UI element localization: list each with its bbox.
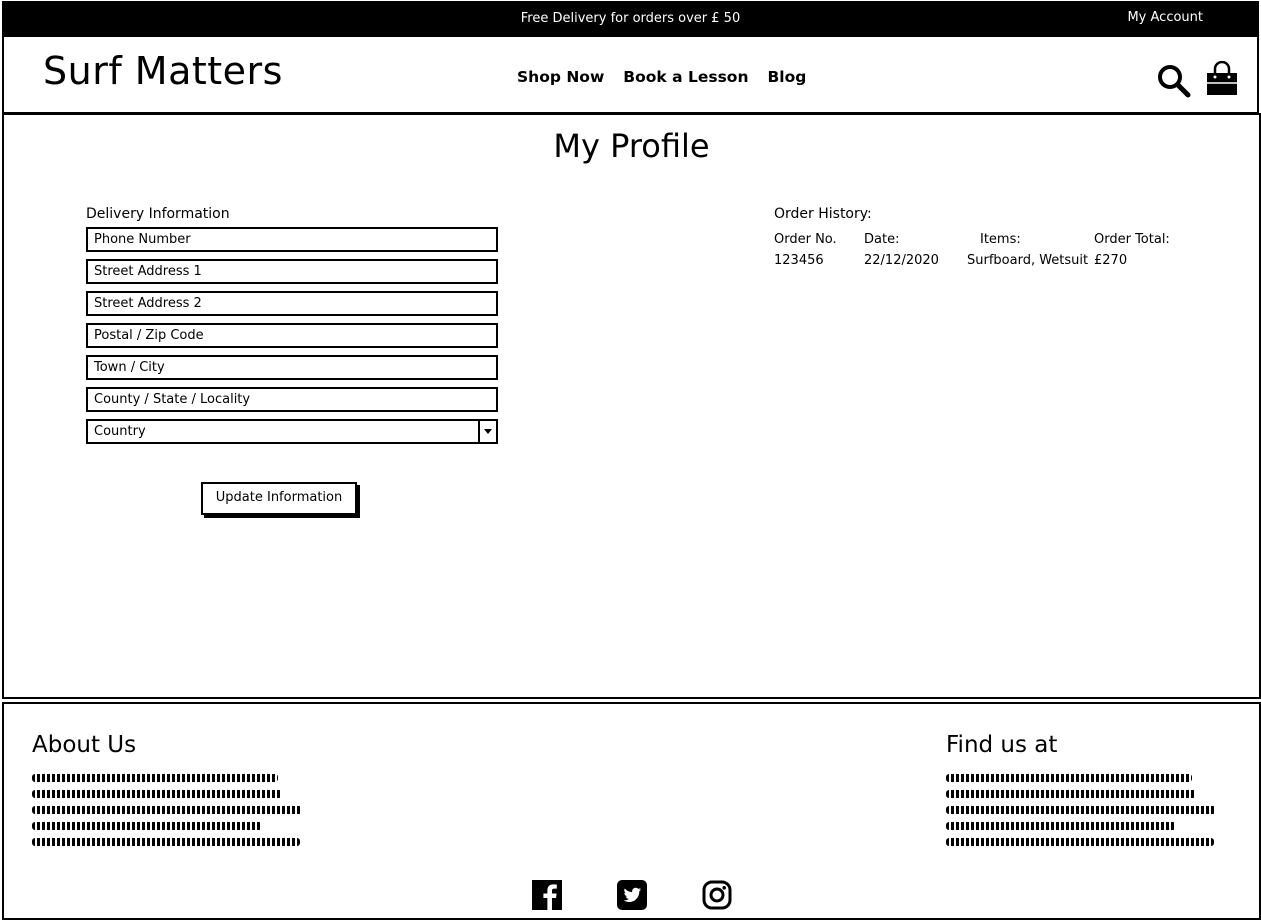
main-nav: Shop Now Book a Lesson Blog (517, 68, 806, 86)
street-address-2-input[interactable]: Street Address 2 (86, 291, 498, 316)
site-footer: About Us Find us at (2, 702, 1261, 920)
free-delivery-text: Free Delivery for orders over £ 50 (520, 11, 741, 26)
field-placeholder: Street Address 1 (94, 264, 202, 279)
my-account-link[interactable]: My Account (1127, 10, 1203, 25)
site-logo[interactable]: Surf Matters (43, 49, 283, 93)
column-header-date: Date: (864, 232, 900, 247)
select-value: Country (94, 424, 146, 439)
search-icon[interactable] (1157, 64, 1191, 98)
county-state-input[interactable]: County / State / Locality (86, 387, 498, 412)
country-select[interactable]: Country (86, 419, 498, 444)
order-date-cell: 22/12/2020 (864, 253, 939, 268)
nav-shop-now[interactable]: Shop Now (517, 68, 604, 86)
find-us-placeholder-text (946, 774, 1218, 854)
order-items-cell: Surfboard, Wetsuit (967, 253, 1089, 268)
about-us-placeholder-text (32, 774, 304, 854)
facebook-icon[interactable] (532, 880, 562, 910)
page-title: My Profile (553, 127, 710, 165)
field-placeholder: Street Address 2 (94, 296, 202, 311)
column-header-items: Items: (980, 232, 1021, 247)
promo-bar: Free Delivery for orders over £ 50 My Ac… (2, 1, 1259, 37)
instagram-icon[interactable] (702, 880, 732, 910)
column-header-order-total: Order Total: (1094, 232, 1170, 247)
town-city-input[interactable]: Town / City (86, 355, 498, 380)
postal-code-input[interactable]: Postal / Zip Code (86, 323, 498, 348)
field-placeholder: County / State / Locality (94, 392, 251, 407)
twitter-icon[interactable] (617, 880, 647, 910)
field-placeholder: Phone Number (94, 232, 191, 247)
phone-number-input[interactable]: Phone Number (86, 227, 498, 252)
order-total-cell: £270 (1094, 253, 1128, 268)
chevron-down-icon[interactable] (478, 421, 496, 442)
nav-blog[interactable]: Blog (767, 68, 806, 86)
field-placeholder: Postal / Zip Code (94, 328, 204, 343)
site-header: Surf Matters Shop Now Book a Lesson Blog (2, 37, 1259, 114)
street-address-1-input[interactable]: Street Address 1 (86, 259, 498, 284)
field-placeholder: Town / City (94, 360, 165, 375)
profile-panel: My Profile Delivery Information Phone Nu… (2, 113, 1261, 699)
shopping-bag-icon[interactable] (1204, 61, 1240, 97)
update-information-button[interactable]: Update Information (201, 482, 357, 515)
order-number-cell: 123456 (774, 253, 824, 268)
delivery-information-label: Delivery Information (86, 206, 230, 222)
find-us-heading: Find us at (946, 732, 1058, 758)
order-history-title: Order History: (774, 206, 872, 222)
nav-book-a-lesson[interactable]: Book a Lesson (623, 68, 748, 86)
column-header-order-no: Order No. (774, 232, 837, 247)
about-us-heading: About Us (32, 732, 137, 758)
